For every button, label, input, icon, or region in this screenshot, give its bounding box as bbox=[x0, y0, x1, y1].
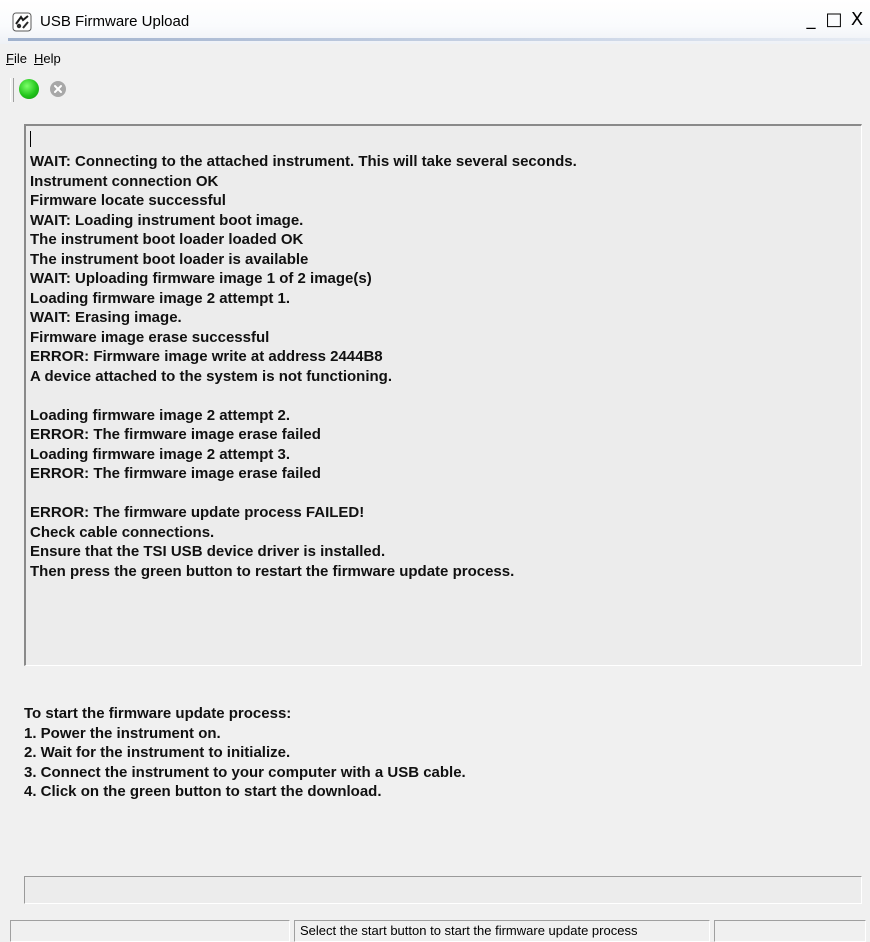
log-line: WAIT: Erasing image. bbox=[30, 309, 182, 326]
menu-help[interactable]: Help bbox=[34, 51, 61, 66]
window-title: USB Firmware Upload bbox=[40, 13, 190, 30]
instructions-heading: To start the firmware update process: bbox=[24, 705, 292, 722]
status-bar: Select the start button to start the fir… bbox=[0, 918, 870, 942]
status-pane-right bbox=[714, 920, 866, 942]
instruction-step: 3. Connect the instrument to your comput… bbox=[24, 763, 466, 781]
maximize-button[interactable]: □ bbox=[823, 8, 845, 32]
log-line: Ensure that the TSI USB device driver is… bbox=[30, 543, 386, 560]
instructions: To start the firmware update process: 1.… bbox=[24, 704, 466, 802]
log-line: Loading firmware image 2 attempt 2. bbox=[30, 406, 291, 424]
instruction-step: 1. Power the instrument on. bbox=[24, 724, 221, 742]
log-line: ERROR: The firmware image erase failed bbox=[30, 465, 321, 482]
log-line bbox=[30, 484, 577, 504]
toolbar-grip[interactable] bbox=[10, 78, 14, 102]
log-line: WAIT: Uploading firmware image 1 of 2 im… bbox=[30, 270, 372, 287]
progress-bar bbox=[24, 876, 862, 904]
log-line: A device attached to the system is not f… bbox=[30, 367, 392, 385]
title-divider bbox=[8, 38, 870, 41]
close-button[interactable]: X bbox=[846, 8, 868, 32]
log-line bbox=[30, 386, 577, 406]
log-line: Instrument connection OK bbox=[30, 172, 219, 190]
instruction-step: 2. Wait for the instrument to initialize… bbox=[24, 744, 291, 761]
log-output[interactable]: WAIT: Connecting to the attached instrum… bbox=[24, 124, 862, 666]
stop-button[interactable] bbox=[50, 81, 66, 97]
start-button[interactable] bbox=[19, 79, 39, 99]
log-line: Loading firmware image 2 attempt 1. bbox=[30, 289, 291, 307]
title-bar[interactable]: USB Firmware Upload _ □ X bbox=[0, 0, 870, 44]
log-line: Loading firmware image 2 attempt 3. bbox=[30, 445, 291, 463]
log-line: The instrument boot loader loaded OK bbox=[30, 231, 304, 248]
minimize-button[interactable]: _ bbox=[800, 8, 822, 32]
status-message: Select the start button to start the fir… bbox=[294, 920, 710, 942]
log-line: Firmware image erase successful bbox=[30, 328, 270, 346]
menu-file-label: ile bbox=[13, 51, 27, 66]
menu-help-label: elp bbox=[43, 51, 61, 66]
log-line: Firmware locate successful bbox=[30, 192, 226, 209]
log-line: ERROR: Firmware image write at address 2… bbox=[30, 348, 383, 365]
instruction-step: 4. Click on the green button to start th… bbox=[24, 783, 382, 800]
menu-bar: File Help bbox=[0, 46, 870, 70]
gray-x-circle-icon bbox=[54, 85, 62, 93]
log-line: WAIT: Connecting to the attached instrum… bbox=[30, 153, 577, 170]
log-line: Then press the green button to restart t… bbox=[30, 562, 515, 580]
menu-help-mnemonic: H bbox=[34, 51, 44, 66]
log-line: ERROR: The firmware update process FAILE… bbox=[30, 504, 365, 521]
log-line: The instrument boot loader is available bbox=[30, 250, 309, 268]
usb-upload-app-icon bbox=[12, 12, 32, 32]
menu-file-mnemonic: F bbox=[6, 51, 14, 66]
log-line: ERROR: The firmware image erase failed bbox=[30, 426, 321, 443]
menu-file[interactable]: File bbox=[6, 51, 27, 66]
log-lines: WAIT: Connecting to the attached instrum… bbox=[30, 152, 577, 581]
toolbar bbox=[0, 74, 870, 104]
log-line: WAIT: Loading instrument boot image. bbox=[30, 211, 304, 229]
log-line: Check cable connections. bbox=[30, 523, 215, 541]
status-pane-left bbox=[10, 920, 290, 942]
text-caret bbox=[30, 131, 31, 147]
